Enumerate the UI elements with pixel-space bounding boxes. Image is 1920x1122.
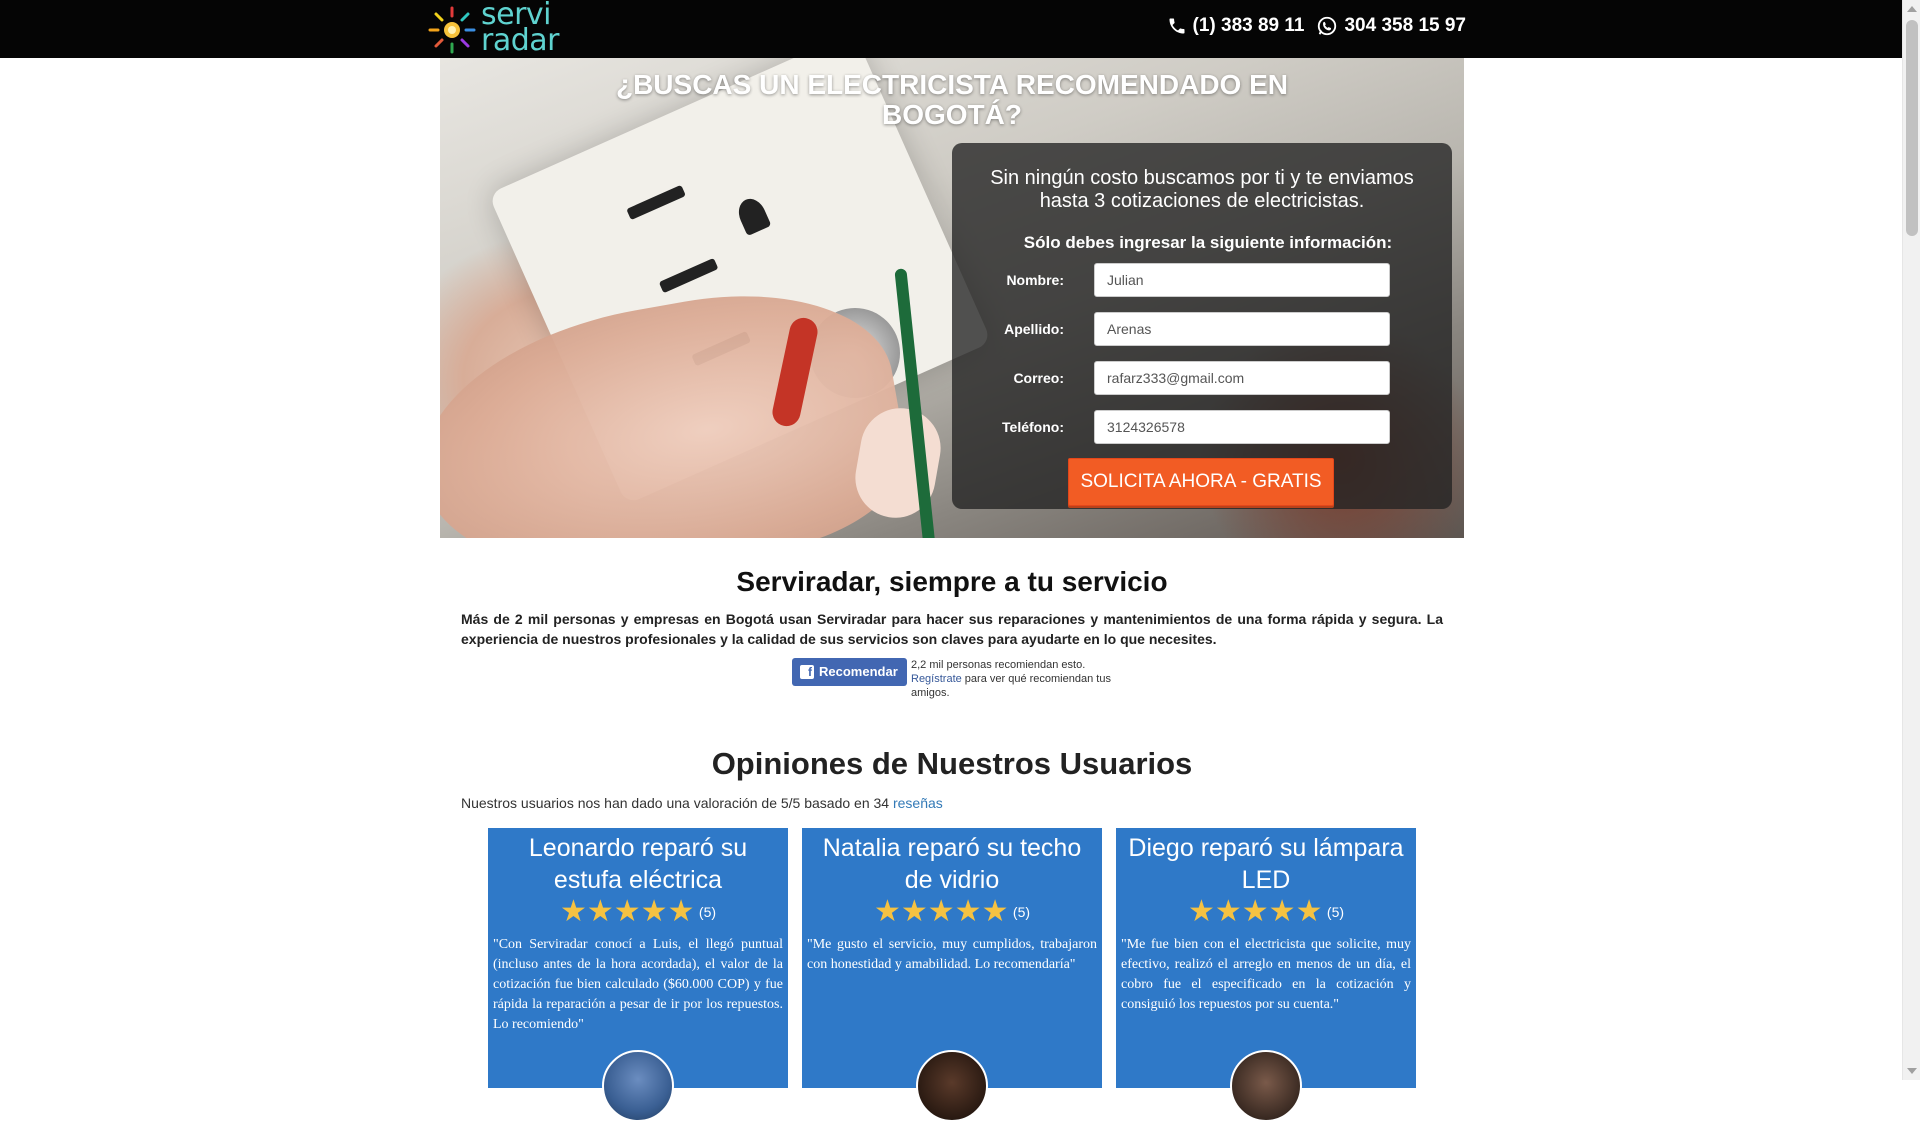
review-stars: ★★★★★ (5) bbox=[488, 897, 788, 931]
about-text: Más de 2 mil personas y empresas en Bogo… bbox=[461, 611, 1443, 647]
star-icon: ★ bbox=[640, 895, 668, 928]
star-icon: ★ bbox=[981, 895, 1009, 928]
nombre-input[interactable]: Julian bbox=[1094, 263, 1390, 297]
page-scrollbar[interactable] bbox=[1902, 0, 1920, 1080]
form-row-correo: Correo: rafarz333@gmail.com bbox=[952, 361, 1452, 395]
solicita-ahora-button[interactable]: SOLICITA AHORA - GRATIS bbox=[1068, 458, 1334, 506]
review-count: (5) bbox=[698, 904, 717, 920]
star-icon: ★ bbox=[1295, 895, 1323, 928]
review-card: Leonardo reparó su estufa eléctrica ★★★★… bbox=[488, 828, 788, 1122]
hero-title: ¿BUSCAS UN ELECTRICISTA RECOMENDADO EN B… bbox=[615, 69, 1288, 130]
telefono-input[interactable]: 3124326578 bbox=[1094, 410, 1390, 444]
logo-wordmark: servi radar bbox=[481, 0, 559, 58]
correo-input[interactable]: rafarz333@gmail.com bbox=[1094, 361, 1390, 395]
logo-line-2: radar bbox=[481, 23, 559, 58]
contact-phones: (1) 383 89 11 304 358 15 97 bbox=[1161, 15, 1466, 37]
whatsapp-link[interactable]: 304 358 15 97 bbox=[1316, 15, 1466, 37]
about-title: Serviradar, siempre a tu servicio bbox=[736, 566, 1168, 597]
star-icon: ★ bbox=[900, 895, 928, 928]
apellido-label: Apellido: bbox=[1004, 321, 1064, 337]
facebook-count: 2,2 mil personas recomiendan esto. bbox=[911, 659, 1086, 671]
correo-label: Correo: bbox=[1013, 370, 1064, 386]
review-title: Diego reparó su lámpara LED bbox=[1128, 834, 1404, 894]
star-icon: ★ bbox=[586, 895, 614, 928]
scroll-down-arrow-icon[interactable] bbox=[1907, 1068, 1917, 1074]
whatsapp-icon bbox=[1318, 16, 1337, 36]
serviradar-logo[interactable]: servi radar bbox=[424, 0, 584, 58]
form-row-telefono: Teléfono: 3124326578 bbox=[952, 410, 1452, 444]
star-icon: ★ bbox=[559, 895, 587, 928]
star-icon: ★ bbox=[954, 895, 982, 928]
facebook-register-link[interactable]: Regístrate bbox=[911, 673, 962, 685]
star-icon: ★ bbox=[927, 895, 955, 928]
reviews-link[interactable]: reseñas bbox=[893, 795, 943, 811]
star-icon: ★ bbox=[1241, 895, 1269, 928]
review-text: "Me gusto el servicio, muy cumplidos, tr… bbox=[807, 937, 1097, 972]
top-navbar: servi radar (1) 383 89 11 304 358 15 97 bbox=[0, 0, 1902, 58]
avatar bbox=[602, 1050, 674, 1122]
facebook-recommend-text: 2,2 mil personas recomiendan esto. Regís… bbox=[911, 658, 1111, 700]
review-text: "Con Serviradar conocí a Luis, el llegó … bbox=[493, 937, 783, 1032]
form-intro: Sin ningún costo buscamos por ti y te en… bbox=[990, 167, 1414, 212]
telefono-label: Teléfono: bbox=[1002, 419, 1064, 435]
hero-section: ¿BUSCAS UN ELECTRICISTA RECOMENDADO EN B… bbox=[440, 58, 1464, 538]
phone-icon bbox=[1169, 18, 1184, 34]
star-icon: ★ bbox=[1268, 895, 1296, 928]
avatar bbox=[916, 1050, 988, 1122]
review-title: Natalia reparó su techo de vidrio bbox=[822, 834, 1082, 894]
facebook-icon: f bbox=[800, 665, 814, 679]
reviews-summary-text: Nuestros usuarios nos han dado una valor… bbox=[461, 795, 893, 811]
star-icon: ★ bbox=[1214, 895, 1242, 928]
apellido-input[interactable]: Arenas bbox=[1094, 312, 1390, 346]
review-stars: ★★★★★ (5) bbox=[1116, 897, 1416, 931]
star-icon: ★ bbox=[1187, 895, 1215, 928]
review-text: "Me fue bien con el electricista que sol… bbox=[1121, 937, 1411, 1012]
review-stars: ★★★★★ (5) bbox=[802, 897, 1102, 931]
review-card: Diego reparó su lámpara LED ★★★★★ (5) "M… bbox=[1116, 828, 1416, 1122]
form-row-apellido: Apellido: Arenas bbox=[952, 312, 1452, 346]
avatar bbox=[1230, 1050, 1302, 1122]
whatsapp-number: 304 358 15 97 bbox=[1344, 15, 1466, 36]
phone-number: (1) 383 89 11 bbox=[1192, 15, 1305, 36]
quote-form-panel: Sin ningún costo buscamos por ti y te en… bbox=[952, 143, 1452, 509]
form-row-nombre: Nombre: Julian bbox=[952, 263, 1452, 297]
facebook-recommend-widget: f Recomendar 2,2 mil personas recomienda… bbox=[792, 658, 1112, 702]
scrollbar-thumb[interactable] bbox=[1906, 20, 1918, 236]
review-count: (5) bbox=[1012, 904, 1031, 920]
review-title: Leonardo reparó su estufa eléctrica bbox=[528, 834, 748, 894]
review-count: (5) bbox=[1326, 904, 1345, 920]
reviews-summary: Nuestros usuarios nos han dado una valor… bbox=[461, 795, 943, 811]
facebook-recommend-label: Recomendar bbox=[819, 664, 898, 679]
star-icon: ★ bbox=[613, 895, 641, 928]
form-instructions: Sólo debes ingresar la siguiente informa… bbox=[1023, 233, 1393, 252]
reviews-title: Opiniones de Nuestros Usuarios bbox=[711, 746, 1193, 781]
star-icon: ★ bbox=[667, 895, 695, 928]
star-icon: ★ bbox=[873, 895, 901, 928]
phone-link[interactable]: (1) 383 89 11 bbox=[1167, 15, 1305, 37]
nombre-label: Nombre: bbox=[1006, 272, 1064, 288]
logo-sun-icon bbox=[428, 6, 476, 54]
facebook-recommend-button[interactable]: f Recomendar bbox=[792, 658, 907, 686]
review-card: Natalia reparó su techo de vidrio ★★★★★ … bbox=[802, 828, 1102, 1122]
scroll-up-arrow-icon[interactable] bbox=[1907, 6, 1917, 12]
